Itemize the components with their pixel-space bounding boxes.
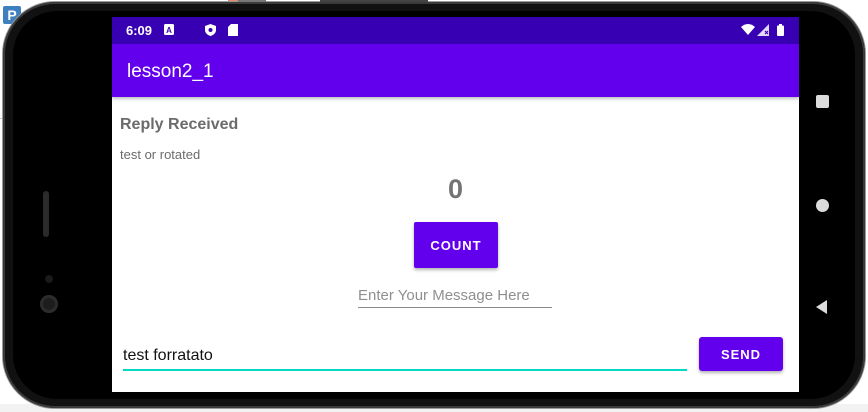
sd-card-icon bbox=[228, 24, 238, 36]
front-camera bbox=[40, 295, 58, 313]
cell-signal-icon bbox=[757, 24, 769, 36]
text-edit-field[interactable] bbox=[123, 343, 687, 371]
a-notification-icon: A bbox=[164, 24, 174, 36]
recents-button[interactable] bbox=[816, 95, 829, 108]
phone-side-button bbox=[320, 0, 428, 2]
speaker-grille bbox=[43, 191, 49, 237]
phone-side-button bbox=[238, 0, 266, 2]
shield-icon bbox=[205, 24, 216, 36]
count-value: 0 bbox=[447, 174, 464, 204]
svg-text:A: A bbox=[166, 26, 172, 35]
proximity-sensor bbox=[45, 275, 53, 283]
send-button[interactable]: SEND bbox=[699, 337, 783, 371]
back-button[interactable] bbox=[816, 300, 827, 314]
status-bar: 6:09 A bbox=[112, 17, 799, 44]
app-bar: lesson2_1 bbox=[112, 44, 799, 97]
device-screen: 6:09 A lesson2_1 Reply Received test or … bbox=[112, 17, 799, 392]
status-time: 6:09 bbox=[126, 23, 153, 38]
reply-heading: Reply Received bbox=[120, 116, 239, 133]
count-button[interactable]: COUNT bbox=[414, 222, 498, 268]
home-button[interactable] bbox=[816, 199, 829, 212]
reply-text: test or rotated bbox=[120, 147, 201, 162]
message-input[interactable] bbox=[358, 283, 552, 308]
wifi-icon bbox=[741, 24, 755, 36]
battery-icon bbox=[777, 24, 784, 36]
app-title: lesson2_1 bbox=[127, 61, 214, 82]
